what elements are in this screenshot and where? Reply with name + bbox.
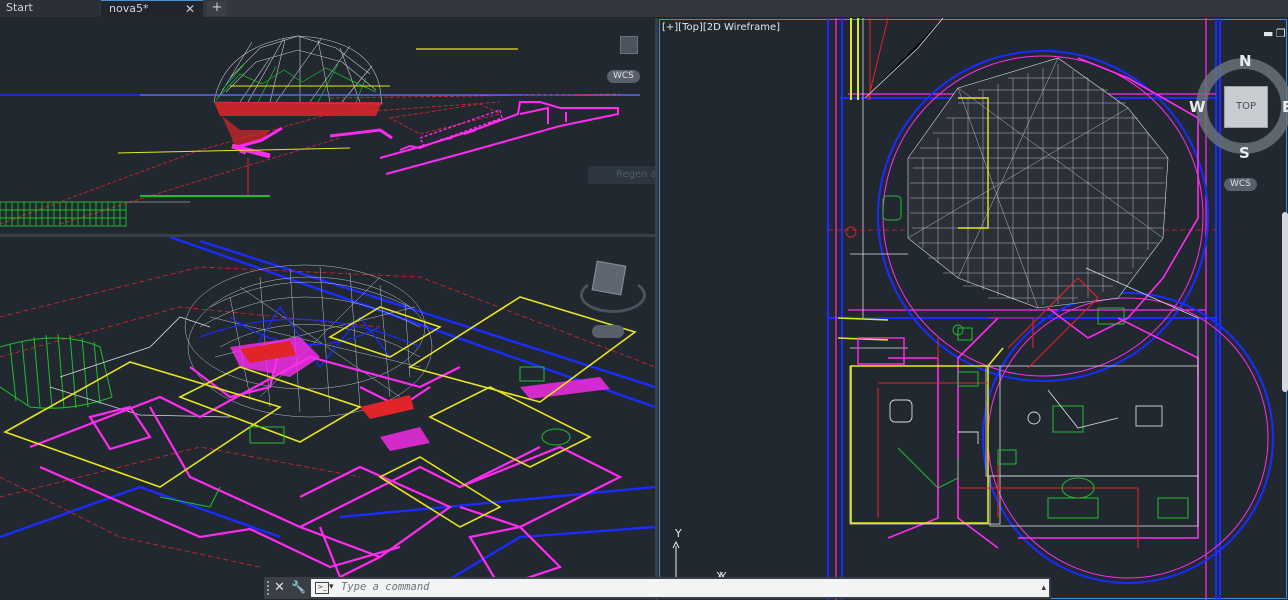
command-line-close-icon[interactable]: ✕ [274,580,285,595]
compass-west[interactable]: W [1189,98,1206,116]
wcs-indicator-perspective[interactable] [592,325,624,338]
navigation-bar-handle[interactable] [1282,212,1288,392]
new-tab-button[interactable]: + [207,1,227,16]
viewport-restore-icon[interactable]: ❐ [1276,27,1286,40]
wcs-indicator-front[interactable]: WCS [607,70,640,83]
customize-wrench-icon[interactable]: 🔧 [291,580,306,594]
command-history-arrow-icon[interactable]: ▴ [1041,583,1046,593]
viewport-perspective[interactable] [0,237,655,600]
viewcube-ring-icon[interactable] [580,277,646,313]
viewcube-mini-icon[interactable] [620,36,638,54]
recent-commands-chevron-icon[interactable]: ▾ [329,582,334,592]
tab-start-label: Start [6,1,33,14]
close-tab-icon[interactable]: ✕ [185,1,195,17]
command-line-bar: ✕ 🔧 >_ ▾ Type a command ▴ [264,577,1051,599]
command-input[interactable]: >_ ▾ Type a command ▴ [311,579,1049,597]
viewport-front[interactable]: WCS Regen at Tile Chain [0,18,655,234]
command-prompt-icon[interactable]: >_ [315,582,329,594]
compass-east[interactable]: E [1282,98,1288,116]
ucs-y-label: Y [675,527,682,540]
viewport-label-top[interactable]: [+][Top][2D Wireframe] [662,22,780,33]
tab-drawing-label: nova5* [109,2,149,15]
compass-south[interactable]: S [1239,144,1250,162]
document-tab-bar: Start nova5* ✕ + [0,0,1288,17]
command-line-grip-handle[interactable] [267,581,273,595]
command-input-placeholder: Type a command [341,581,430,593]
tab-start[interactable]: Start [0,0,100,17]
compass-north[interactable]: N [1239,52,1252,70]
tab-drawing[interactable]: nova5* ✕ [101,0,203,17]
viewport-minimize-icon[interactable]: ▬ [1263,27,1273,40]
viewcube-top-face[interactable]: TOP [1224,86,1268,128]
regen-tooltip: Regen at Tile Chain [588,166,655,184]
front-elevation-drawing [0,35,640,227]
wcs-indicator-top[interactable]: WCS [1224,178,1257,191]
perspective-3d-drawing [0,237,655,599]
